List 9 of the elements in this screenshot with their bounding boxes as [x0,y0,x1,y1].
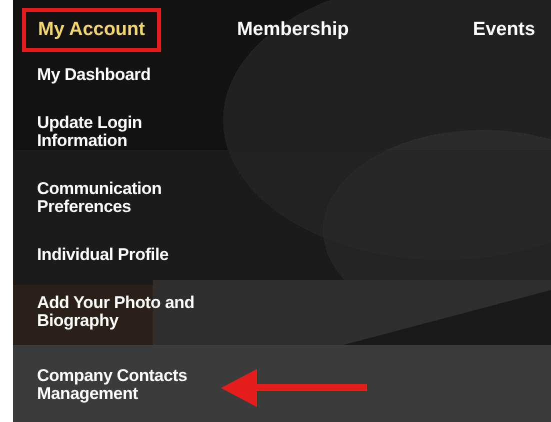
nav-tab[interactable]: Events [456,8,551,52]
menu-item[interactable]: Company Contacts Management [37,367,232,403]
menu-item[interactable]: Add Your Photo and Biography [37,294,232,330]
menu-item[interactable]: My Dashboard [37,66,151,84]
nav-tab[interactable]: Membership [220,8,365,52]
nav-tab[interactable]: My Account [22,8,161,52]
menu-item[interactable]: Communication Preferences [37,180,232,216]
menu-item[interactable]: Individual Profile [37,246,169,264]
menu-item[interactable]: Update Login Information [37,114,232,150]
